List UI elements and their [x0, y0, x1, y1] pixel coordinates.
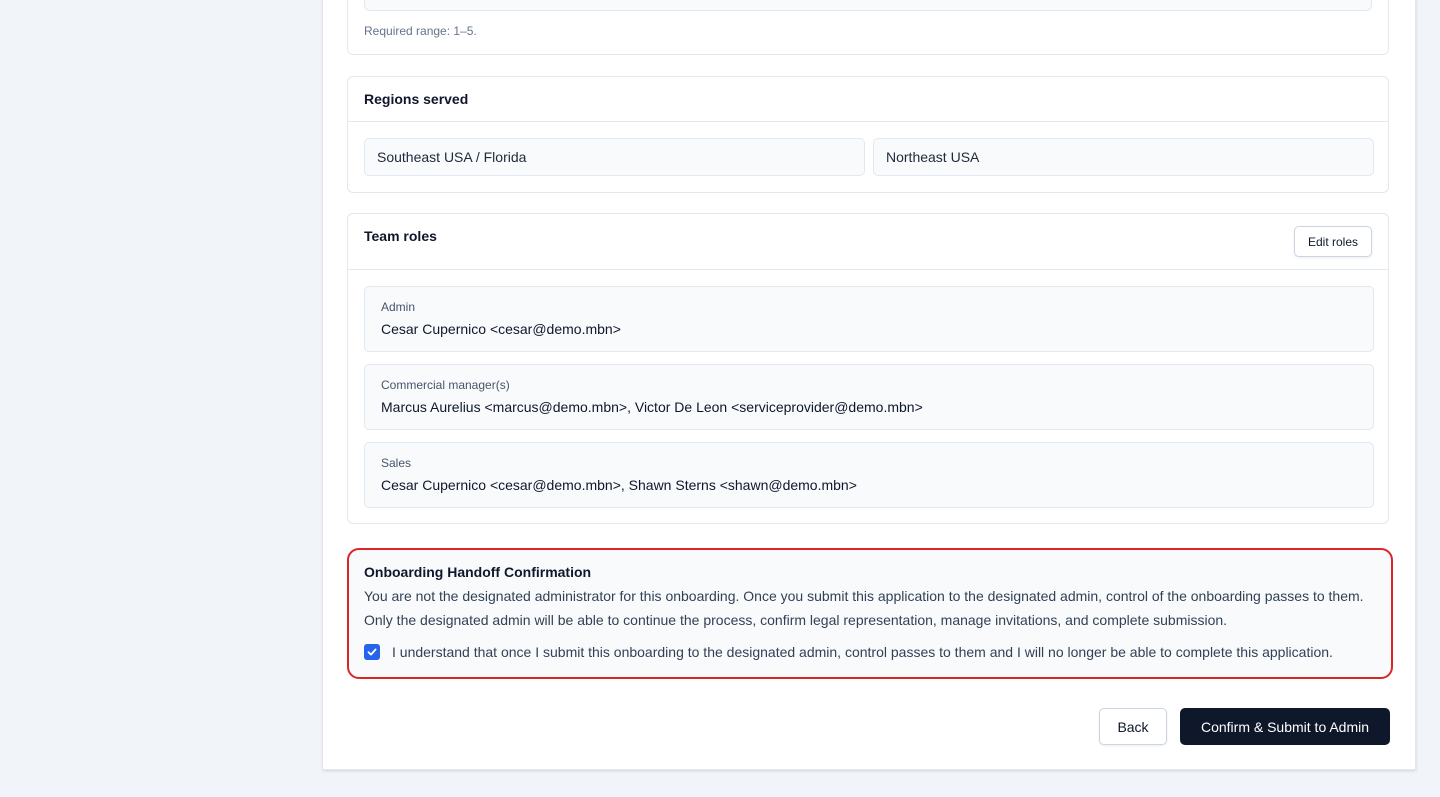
role-label: Sales: [381, 456, 412, 470]
regions-title: Regions served: [364, 91, 469, 107]
back-button[interactable]: Back: [1099, 708, 1167, 745]
top-field-input[interactable]: [364, 0, 1372, 11]
handoff-title: Onboarding Handoff Confirmation: [364, 564, 592, 580]
role-sales: Sales Cesar Cupernico <cesar@demo.mbn>, …: [364, 442, 1374, 508]
region-item: Southeast USA / Florida: [364, 138, 865, 176]
role-admin: Admin Cesar Cupernico <cesar@demo.mbn>: [364, 286, 1374, 352]
top-field-hint: Required range: 1–5.: [364, 24, 477, 38]
regions-card: Regions served Southeast USA / Florida N…: [347, 76, 1389, 193]
handoff-checkbox-row[interactable]: I understand that once I submit this onb…: [364, 644, 1333, 660]
top-field-card: Required range: 1–5.: [347, 0, 1389, 55]
edit-roles-button[interactable]: Edit roles: [1294, 226, 1372, 257]
role-value: Cesar Cupernico <cesar@demo.mbn>, Shawn …: [381, 477, 857, 493]
team-roles-header: Team roles Edit roles: [348, 214, 1388, 270]
role-label: Admin: [381, 300, 416, 314]
role-value: Marcus Aurelius <marcus@demo.mbn>, Victo…: [381, 399, 923, 415]
handoff-description: You are not the designated administrator…: [364, 588, 1364, 628]
form-panel: Required range: 1–5. Regions served Sout…: [323, 0, 1416, 770]
role-label: Commercial manager(s): [381, 378, 510, 392]
role-commercial-managers: Commercial manager(s) Marcus Aurelius <m…: [364, 364, 1374, 430]
handoff-checkbox[interactable]: [364, 644, 380, 660]
team-roles-card: Team roles Edit roles Admin Cesar Cupern…: [347, 213, 1389, 524]
confirm-submit-button[interactable]: Confirm & Submit to Admin: [1180, 708, 1390, 745]
region-item: Northeast USA: [873, 138, 1374, 176]
checkmark-icon: [367, 648, 377, 656]
handoff-checkbox-label[interactable]: I understand that once I submit this onb…: [392, 644, 1333, 660]
regions-header: Regions served: [348, 77, 1388, 122]
role-value: Cesar Cupernico <cesar@demo.mbn>: [381, 321, 621, 337]
handoff-confirmation: Onboarding Handoff Confirmation You are …: [347, 548, 1393, 679]
team-roles-title: Team roles: [364, 228, 437, 244]
